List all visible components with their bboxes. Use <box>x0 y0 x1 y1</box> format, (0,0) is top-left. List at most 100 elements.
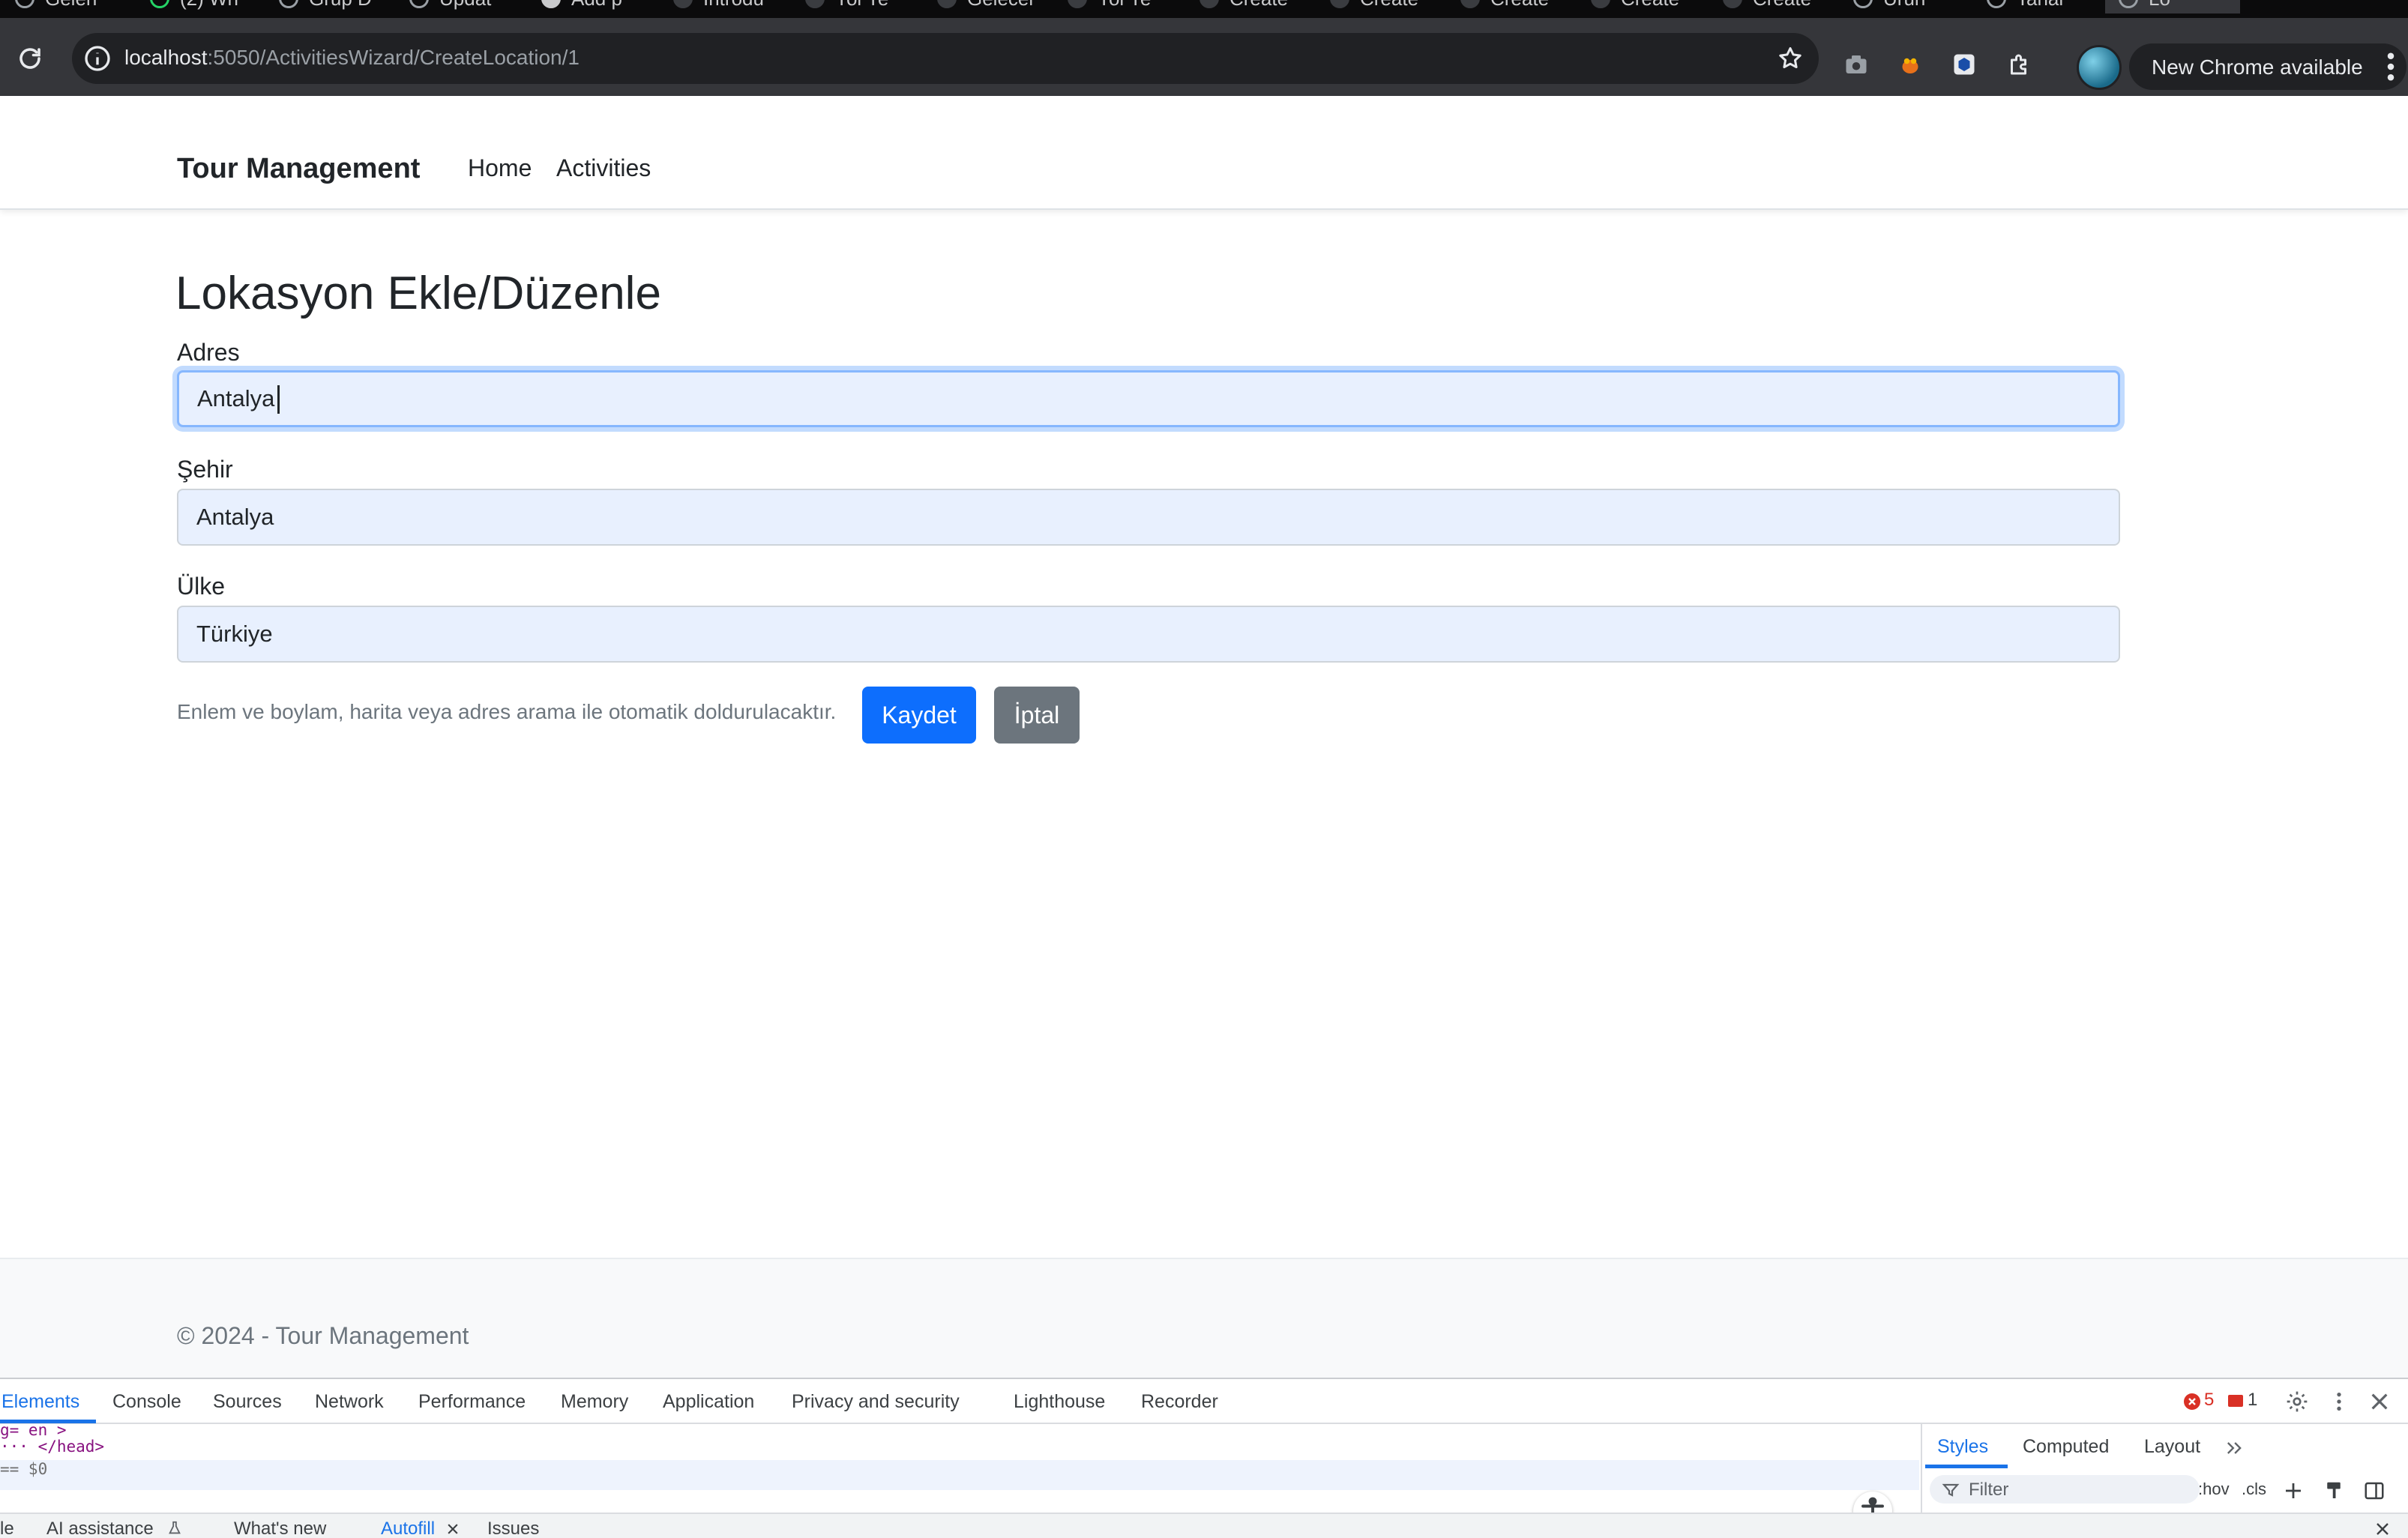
site-footer: © 2024 - Tour Management <box>0 1258 2408 1378</box>
drawer-tab-autofill[interactable]: Autofill <box>381 1519 435 1538</box>
warning-count[interactable]: 1 <box>2248 1390 2257 1411</box>
elements-dom-tree: g= en > ··· </head> == $0 <box>0 1421 1919 1531</box>
browser-tab[interactable]: Updat <box>409 0 491 13</box>
tab-favicon-icon <box>409 0 429 8</box>
address-bar[interactable]: localhost:5050/ActivitiesWizard/CreateLo… <box>72 33 1819 84</box>
bookmark-star-icon[interactable] <box>1777 45 1804 72</box>
browser-tab[interactable]: Create <box>1330 0 1418 13</box>
error-count[interactable]: 5 <box>2204 1390 2214 1411</box>
browser-tab[interactable]: Tahar <box>1987 0 2065 13</box>
dom-line[interactable]: ··· </head> <box>0 1438 104 1456</box>
tab-favicon-icon <box>1987 0 2006 8</box>
camera-extension-icon[interactable] <box>1843 51 1870 78</box>
add-rule-icon[interactable] <box>2282 1480 2305 1502</box>
browser-tab[interactable]: Ürün <box>1853 0 1925 13</box>
bug-extension-icon[interactable] <box>1897 51 1924 78</box>
browser-tab[interactable]: (2) Wh <box>150 0 238 13</box>
city-label: Şehir <box>177 456 233 483</box>
issue-flag-icon <box>2228 1395 2243 1407</box>
hover-state-toggle[interactable]: :hov <box>2198 1480 2230 1499</box>
chevron-double-right-icon[interactable] <box>2224 1438 2245 1459</box>
devtools-tab-console[interactable]: Console <box>112 1391 181 1413</box>
profile-avatar[interactable] <box>2077 45 2122 90</box>
tab-favicon-icon <box>805 0 825 8</box>
error-icon <box>2184 1393 2200 1410</box>
tab-favicon-icon <box>673 0 693 8</box>
blue-extension-icon[interactable] <box>1951 51 1978 78</box>
browser-tab[interactable]: Yol Ye <box>805 0 888 13</box>
tab-favicon-icon <box>1723 0 1742 8</box>
site-info-icon[interactable] <box>82 43 112 73</box>
browser-toolbar: localhost:5050/ActivitiesWizard/CreateLo… <box>0 18 2408 96</box>
navbar-brand[interactable]: Tour Management <box>177 153 420 185</box>
browser-tab[interactable]: Yol Ye <box>1068 0 1151 13</box>
paint-brush-icon[interactable] <box>2323 1480 2345 1502</box>
tab-favicon-icon <box>1460 0 1480 8</box>
extensions-puzzle-icon[interactable] <box>2006 51 2033 78</box>
drawer-tab-whats-new[interactable]: What's new <box>234 1519 326 1538</box>
new-chrome-available-button[interactable]: New Chrome available <box>2129 43 2407 90</box>
whatsapp-icon <box>150 0 169 8</box>
browser-tab[interactable]: Introdu <box>673 0 764 13</box>
devtools-tab-application[interactable]: Application <box>663 1391 754 1413</box>
settings-gear-icon[interactable] <box>2285 1390 2309 1414</box>
tab-favicon-icon <box>1591 0 1610 8</box>
save-button[interactable]: Kaydet <box>862 687 976 744</box>
browser-tab[interactable]: Add p <box>541 0 622 13</box>
devtools-tab-elements[interactable]: Elements <box>1 1391 79 1413</box>
close-icon[interactable] <box>2368 1390 2392 1414</box>
cancel-button[interactable]: İptal <box>994 687 1080 744</box>
styles-tab[interactable]: Styles <box>1937 1436 1988 1458</box>
browser-tab-active[interactable]: Lo <box>2105 0 2240 13</box>
tab-favicon-icon <box>279 0 298 8</box>
tab-favicon-icon <box>1330 0 1349 8</box>
browser-tab[interactable]: Create <box>1200 0 1288 13</box>
devtools-tab-lighthouse[interactable]: Lighthouse <box>1014 1391 1105 1413</box>
city-input[interactable] <box>177 489 2120 546</box>
country-label: Ülke <box>177 573 226 600</box>
drawer-tab-console-partial[interactable]: le <box>0 1519 14 1538</box>
styles-tab-indicator <box>1925 1465 2008 1468</box>
styles-filter-input[interactable]: Filter <box>1930 1475 2200 1504</box>
browser-tab[interactable]: Create <box>1723 0 1811 13</box>
footer-copyright: © 2024 - Tour Management <box>177 1322 469 1349</box>
text-caret <box>277 385 280 414</box>
devtools-drawer-tabs: le AI assistance What's new Autofill Iss… <box>0 1513 2408 1538</box>
devtools-tab-memory[interactable]: Memory <box>561 1391 628 1413</box>
devtools-tab-recorder[interactable]: Recorder <box>1141 1391 1218 1413</box>
close-drawer-icon[interactable] <box>2374 1520 2392 1538</box>
devtools-tab-privacy-security[interactable]: Privacy and security <box>792 1391 960 1413</box>
dom-line-selected-marker[interactable]: == $0 <box>0 1460 47 1478</box>
page-title: Lokasyon Ekle/Düzenle <box>175 268 661 319</box>
more-vert-icon[interactable] <box>2327 1390 2351 1414</box>
devtools-tab-sources[interactable]: Sources <box>213 1391 282 1413</box>
devtools-tab-network[interactable]: Network <box>315 1391 384 1413</box>
layout-tab[interactable]: Layout <box>2144 1436 2200 1458</box>
close-icon[interactable] <box>445 1522 460 1537</box>
country-input[interactable] <box>177 606 2120 663</box>
tab-favicon-icon <box>937 0 957 8</box>
browser-tab[interactable]: Gelen <box>15 0 97 13</box>
nav-link-home[interactable]: Home <box>468 154 532 182</box>
address-input[interactable] <box>177 370 2120 427</box>
tab-favicon-icon <box>1853 0 1873 8</box>
browser-tab[interactable]: Create <box>1460 0 1549 13</box>
computed-tab[interactable]: Computed <box>2023 1436 2109 1458</box>
dom-line[interactable]: g= en > <box>0 1421 67 1439</box>
filter-icon <box>1942 1483 1960 1497</box>
drawer-tab-ai-assistance[interactable]: AI assistance <box>46 1519 154 1538</box>
toggle-sidebar-icon[interactable] <box>2363 1480 2386 1502</box>
devtools-tab-performance[interactable]: Performance <box>418 1391 526 1413</box>
drawer-tab-issues[interactable]: Issues <box>487 1519 539 1538</box>
github-icon <box>541 0 561 8</box>
more-vert-icon[interactable] <box>2387 52 2395 81</box>
browser-tab[interactable]: Create <box>1591 0 1679 13</box>
reload-icon[interactable] <box>16 45 43 72</box>
browser-tab[interactable]: Grup D <box>279 0 372 13</box>
devtools-panel: Elements Console Sources Network Perform… <box>0 1378 2408 1538</box>
tab-favicon-icon <box>2119 0 2138 8</box>
class-toggle[interactable]: .cls <box>2242 1480 2266 1499</box>
nav-link-activities[interactable]: Activities <box>556 154 651 182</box>
browser-tab[interactable]: Gelecel <box>937 0 1033 13</box>
tab-favicon-icon <box>15 0 34 8</box>
